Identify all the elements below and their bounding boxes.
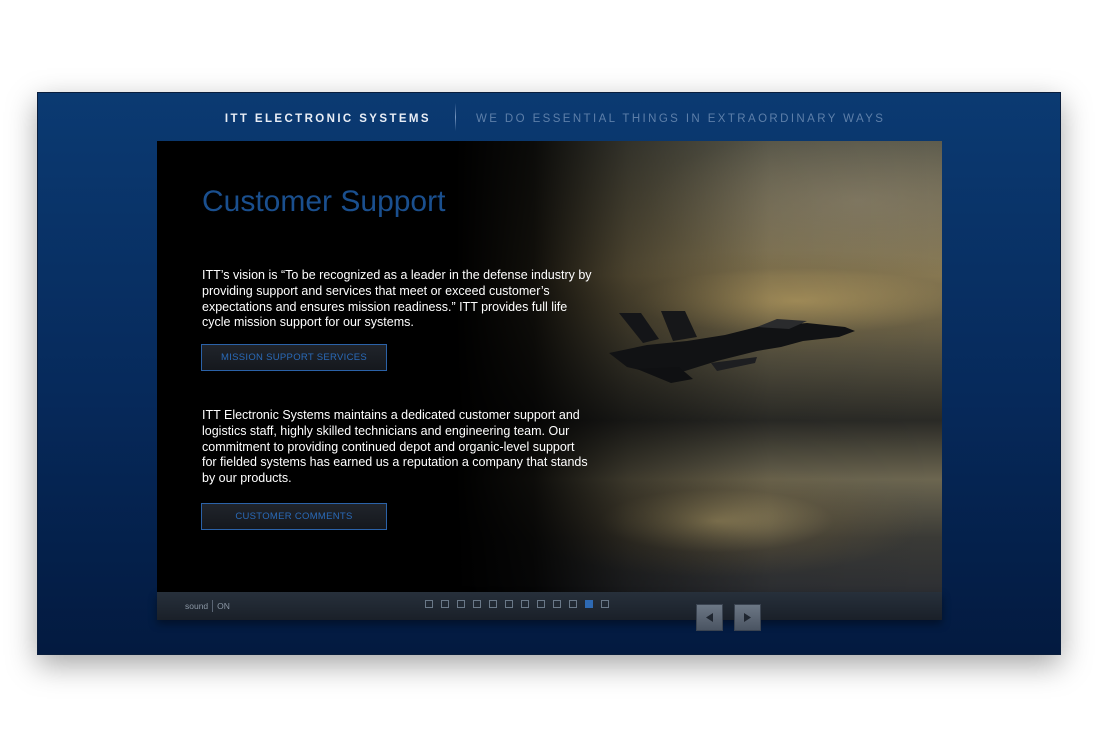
sound-label: sound bbox=[185, 601, 209, 611]
page-indicator[interactable] bbox=[457, 600, 465, 608]
page-indicators bbox=[425, 600, 609, 608]
content-panel: Customer Support ITT’s vision is “To be … bbox=[157, 141, 942, 592]
sound-toggle[interactable]: sound ON bbox=[185, 600, 230, 612]
right-triangle-icon bbox=[744, 613, 751, 622]
customer-comments-button[interactable]: CUSTOMER COMMENTS bbox=[201, 503, 387, 530]
support-staff-paragraph: ITT Electronic Systems maintains a dedic… bbox=[202, 408, 588, 486]
header: ITT ELECTRONIC SYSTEMS WE DO ESSENTIAL T… bbox=[38, 93, 1060, 141]
page-indicator[interactable] bbox=[505, 600, 513, 608]
page-indicator[interactable] bbox=[441, 600, 449, 608]
left-triangle-icon bbox=[706, 613, 713, 622]
vision-paragraph: ITT’s vision is “To be recognized as a l… bbox=[202, 268, 592, 330]
page-indicator[interactable] bbox=[569, 600, 577, 608]
page-indicator[interactable] bbox=[553, 600, 561, 608]
page-indicator[interactable] bbox=[473, 600, 481, 608]
page-title: Customer Support bbox=[202, 185, 446, 218]
page-indicator[interactable] bbox=[489, 600, 497, 608]
next-page-button[interactable] bbox=[734, 604, 761, 631]
sound-state[interactable]: ON bbox=[217, 601, 230, 611]
brand-name: ITT ELECTRONIC SYSTEMS bbox=[224, 113, 431, 125]
mission-support-services-button[interactable]: MISSION SUPPORT SERVICES bbox=[201, 344, 387, 371]
page-indicator-active[interactable] bbox=[585, 600, 593, 608]
page-indicator[interactable] bbox=[521, 600, 529, 608]
page-indicator[interactable] bbox=[425, 600, 433, 608]
previous-page-button[interactable] bbox=[696, 604, 723, 631]
fighter-jet-image bbox=[609, 311, 855, 383]
navigation-bar: sound ON bbox=[157, 592, 942, 620]
header-divider bbox=[455, 103, 456, 131]
presentation-frame: ITT ELECTRONIC SYSTEMS WE DO ESSENTIAL T… bbox=[37, 92, 1061, 655]
page-indicator[interactable] bbox=[537, 600, 545, 608]
sound-divider bbox=[212, 600, 214, 612]
tagline: WE DO ESSENTIAL THINGS IN EXTRAORDINARY … bbox=[476, 113, 886, 125]
page-indicator[interactable] bbox=[601, 600, 609, 608]
